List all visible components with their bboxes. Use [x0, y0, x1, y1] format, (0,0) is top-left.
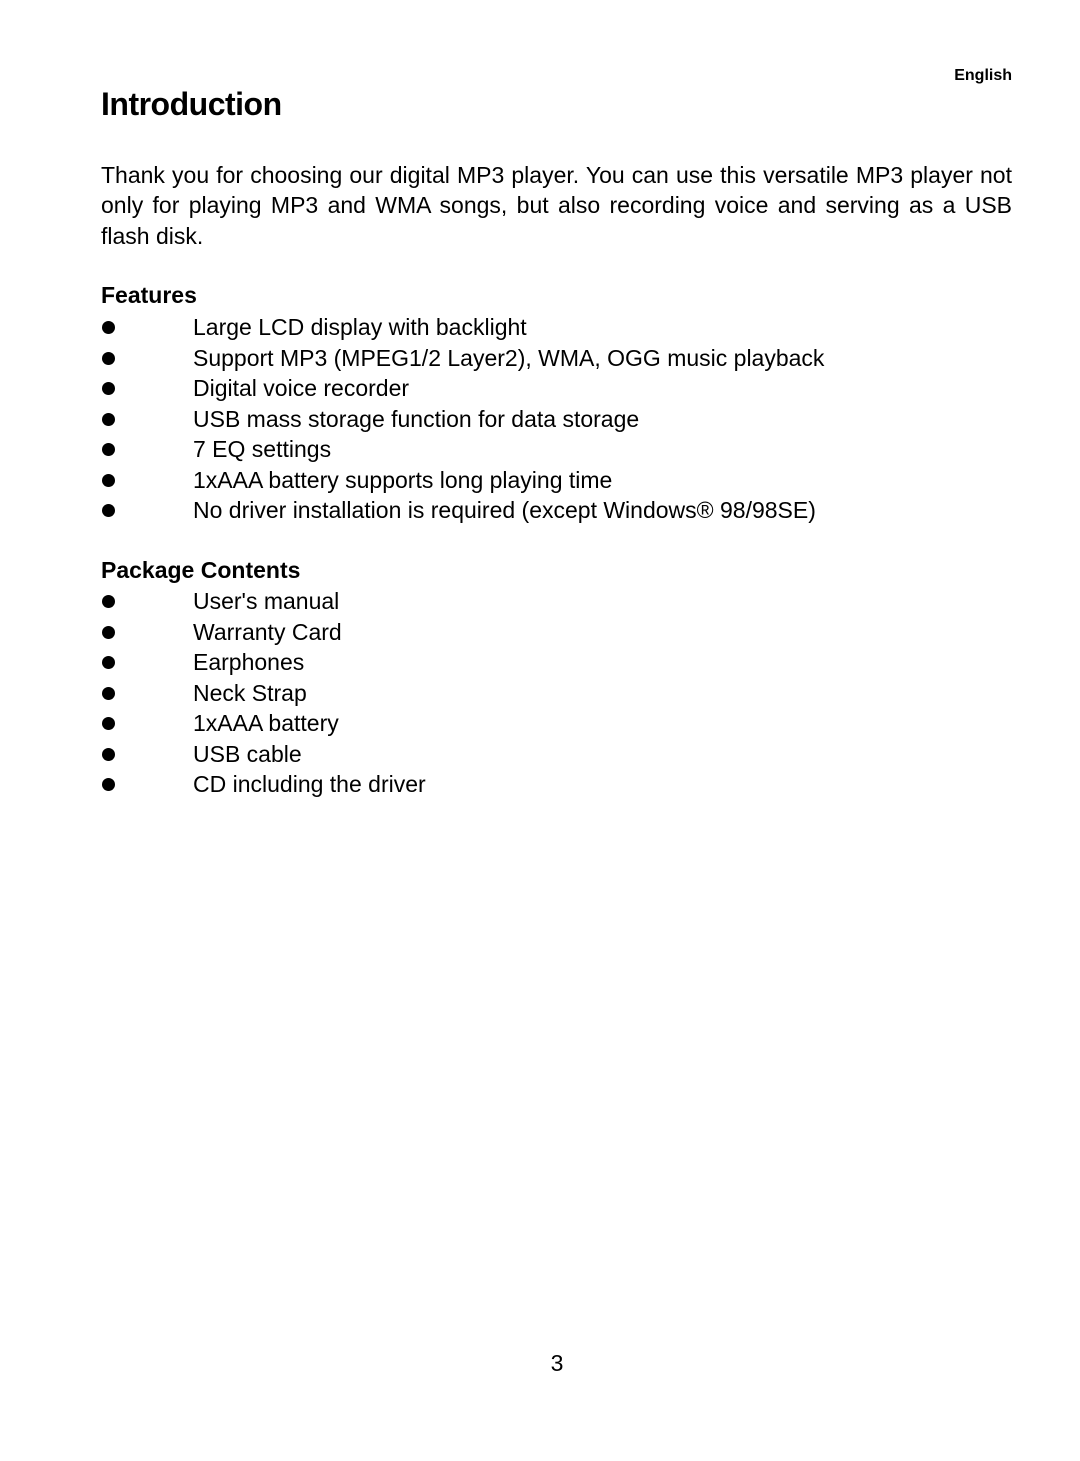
bullet-icon: [102, 382, 115, 395]
list-item: USB mass storage function for data stora…: [101, 404, 824, 435]
bullet-icon: [102, 717, 115, 730]
package-item-text: 1xAAA battery: [193, 710, 339, 736]
list-item: Neck Strap: [101, 678, 426, 709]
bullet-icon: [102, 504, 115, 517]
list-item: No driver installation is required (exce…: [101, 495, 824, 526]
package-contents-list: User's manual Warranty Card Earphones Ne…: [101, 586, 426, 800]
bullet-icon: [102, 778, 115, 791]
bullet-icon: [102, 443, 115, 456]
intro-paragraph: Thank you for choosing our digital MP3 p…: [101, 162, 1012, 249]
list-item: Earphones: [101, 647, 426, 678]
bullet-icon: [102, 321, 115, 334]
feature-text: Digital voice recorder: [193, 375, 410, 401]
list-item: Warranty Card: [101, 617, 426, 648]
bullet-icon: [102, 412, 115, 426]
bullet-icon: [102, 625, 115, 639]
bullet-icon: [102, 595, 115, 608]
list-item: USB cable: [101, 739, 426, 770]
list-item: Digital voice recorder: [101, 373, 824, 404]
bullet-icon: [102, 351, 115, 365]
bullet-icon: [102, 747, 115, 761]
bullet-icon: [102, 686, 115, 700]
feature-text: 1xAAA battery supports long playing time: [193, 466, 613, 493]
page-number: 3: [550, 1350, 564, 1376]
list-item: Support MP3 (MPEG1/2 Layer2), WMA, OGG m…: [101, 343, 824, 374]
package-item-text: User's manual: [193, 588, 340, 614]
features-list: Large LCD display with backlight Support…: [101, 312, 824, 526]
package-item-text: Warranty Card: [193, 618, 342, 645]
package-item-text: USB cable: [193, 740, 302, 767]
feature-text: 7 EQ settings: [193, 436, 332, 462]
list-item: 7 EQ settings: [101, 434, 824, 465]
list-item: User's manual: [101, 586, 426, 617]
language-label: English: [954, 67, 1012, 84]
feature-text: Support MP3 (MPEG1/2 Layer2), WMA, OGG m…: [193, 344, 825, 371]
bullet-icon: [102, 656, 115, 669]
package-item-text: Neck Strap: [193, 679, 307, 706]
feature-text: No driver installation is required (exce…: [193, 497, 816, 523]
list-item: CD including the driver: [101, 769, 426, 800]
package-contents-heading: Package Contents: [101, 557, 301, 583]
feature-text: Large LCD display with backlight: [193, 314, 527, 340]
list-item: Large LCD display with backlight: [101, 312, 824, 343]
page-title: Introduction: [101, 86, 282, 122]
list-item: 1xAAA battery supports long playing time: [101, 465, 824, 496]
package-item-text: CD including the driver: [193, 771, 426, 797]
package-item-text: Earphones: [193, 649, 305, 675]
feature-text: USB mass storage function for data stora…: [193, 405, 640, 432]
bullet-icon: [102, 473, 115, 487]
list-item: 1xAAA battery: [101, 708, 426, 739]
features-heading: Features: [101, 282, 197, 308]
